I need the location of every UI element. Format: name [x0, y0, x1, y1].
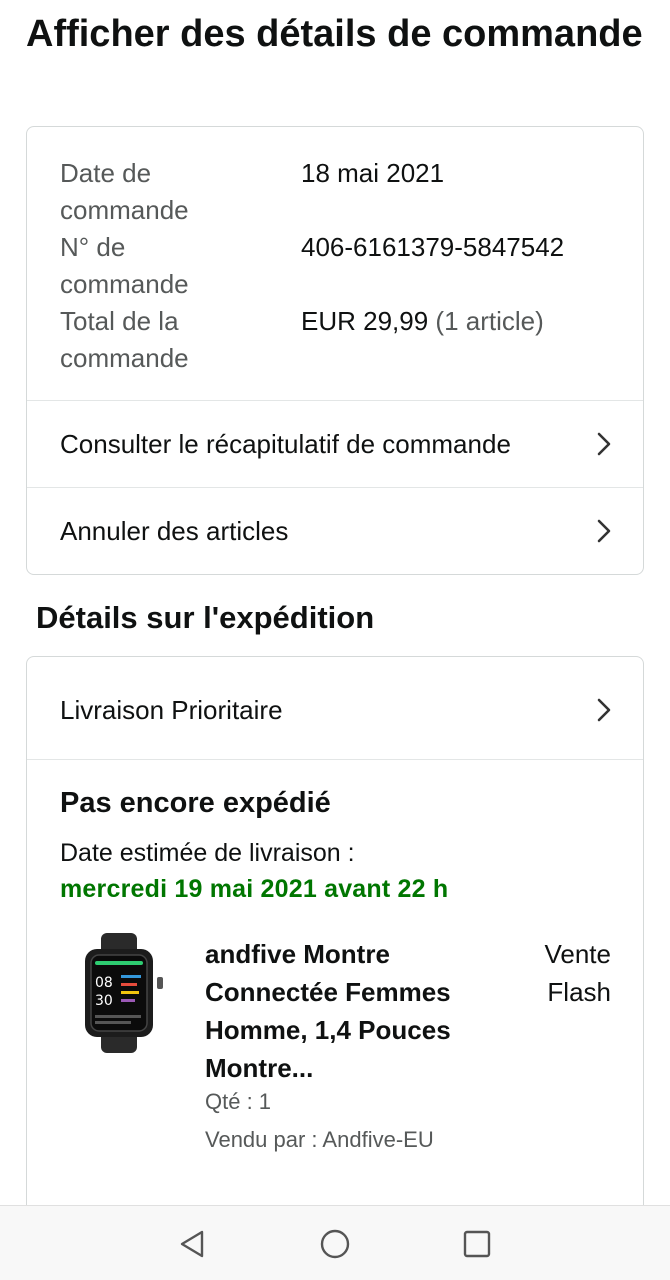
product-quantity: Qté : 1	[205, 1089, 272, 1114]
delivery-estimate-date: mercredi 19 mai 2021 avant 22 h	[60, 875, 449, 903]
delivery-type-label: Livraison Prioritaire	[60, 694, 283, 725]
divider	[27, 759, 643, 760]
shipping-section-title: Détails sur l'expédition	[36, 600, 375, 635]
deal-badge: Vente Flash	[544, 939, 611, 1007]
product-seller: Vendu par : Andfive-EU	[205, 1127, 434, 1152]
view-summary-link[interactable]: Consulter le récapitulatif de commande	[27, 401, 643, 487]
order-number-value: 406-6161379-5847542	[301, 232, 565, 262]
cancel-items-link[interactable]: Annuler des articles	[27, 488, 643, 574]
order-info-block: Date de commande 18 mai 2021 N° de comma…	[27, 127, 643, 401]
order-date-value: 18 mai 2021	[301, 158, 445, 188]
delivery-type-link[interactable]: Livraison Prioritaire	[27, 667, 643, 753]
delivery-estimate-label: Date estimée de livraison :	[60, 839, 355, 867]
svg-text:08: 08	[95, 975, 113, 991]
view-summary-label: Consulter le récapitulatif de commande	[60, 428, 511, 459]
shipment-status: Pas encore expédié	[60, 787, 331, 819]
order-number-label: N° de commande	[60, 232, 189, 299]
order-date-label: Date de commande	[60, 158, 189, 225]
order-summary-card: Date de commande 18 mai 2021 N° de comma…	[26, 126, 644, 575]
cancel-items-label: Annuler des articles	[60, 515, 289, 546]
nav-back-icon[interactable]	[172, 1224, 212, 1264]
chevron-right-icon	[597, 519, 611, 543]
shipping-card: Livraison Prioritaire Pas encore expédié…	[26, 656, 644, 1216]
order-total-label: Total de la commande	[60, 306, 189, 373]
product-title-link[interactable]: andfive Montre Connectée Femmes Homme, 1…	[205, 935, 505, 1087]
product-image[interactable]: 08 30	[71, 933, 167, 1053]
order-total-amount: EUR 29,99	[301, 306, 429, 336]
order-total-items: (1 article)	[435, 306, 544, 336]
system-navigation-bar	[0, 1205, 670, 1280]
svg-text:30: 30	[95, 993, 113, 1009]
nav-recents-icon[interactable]	[457, 1224, 497, 1264]
page-title: Afficher des détails de commande	[26, 13, 643, 55]
order-total-value: EUR 29,99 (1 article)	[301, 303, 544, 340]
chevron-right-icon	[597, 698, 611, 722]
chevron-right-icon	[597, 432, 611, 456]
nav-home-icon[interactable]	[315, 1224, 355, 1264]
